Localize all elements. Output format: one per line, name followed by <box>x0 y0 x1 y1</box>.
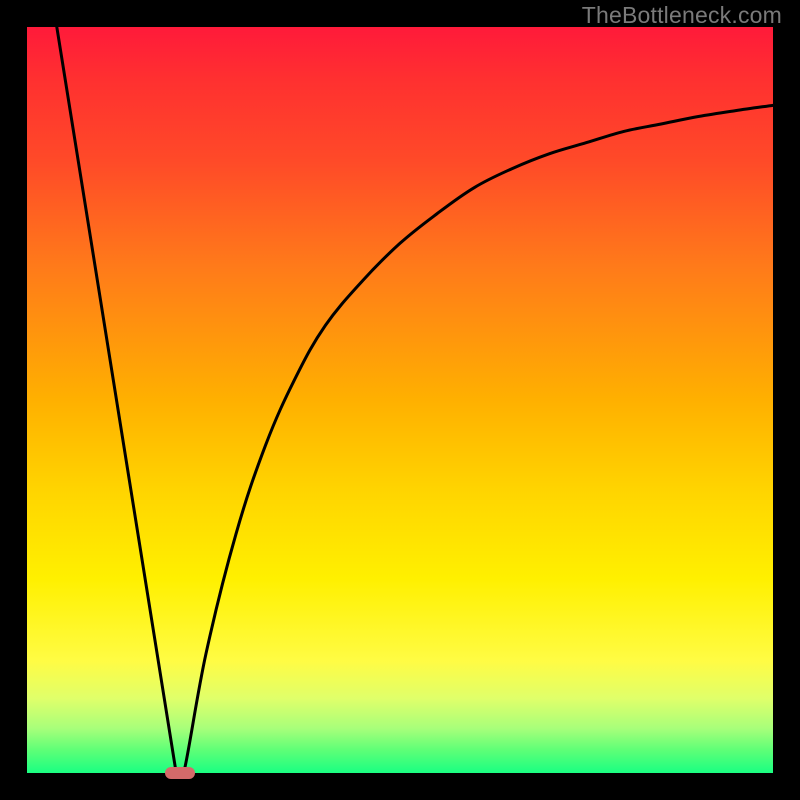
curve-svg <box>27 27 773 773</box>
watermark-text: TheBottleneck.com <box>582 2 782 29</box>
plot-area <box>27 27 773 773</box>
bottleneck-curve <box>57 27 773 773</box>
chart-frame: TheBottleneck.com <box>0 0 800 800</box>
min-marker <box>165 767 195 779</box>
